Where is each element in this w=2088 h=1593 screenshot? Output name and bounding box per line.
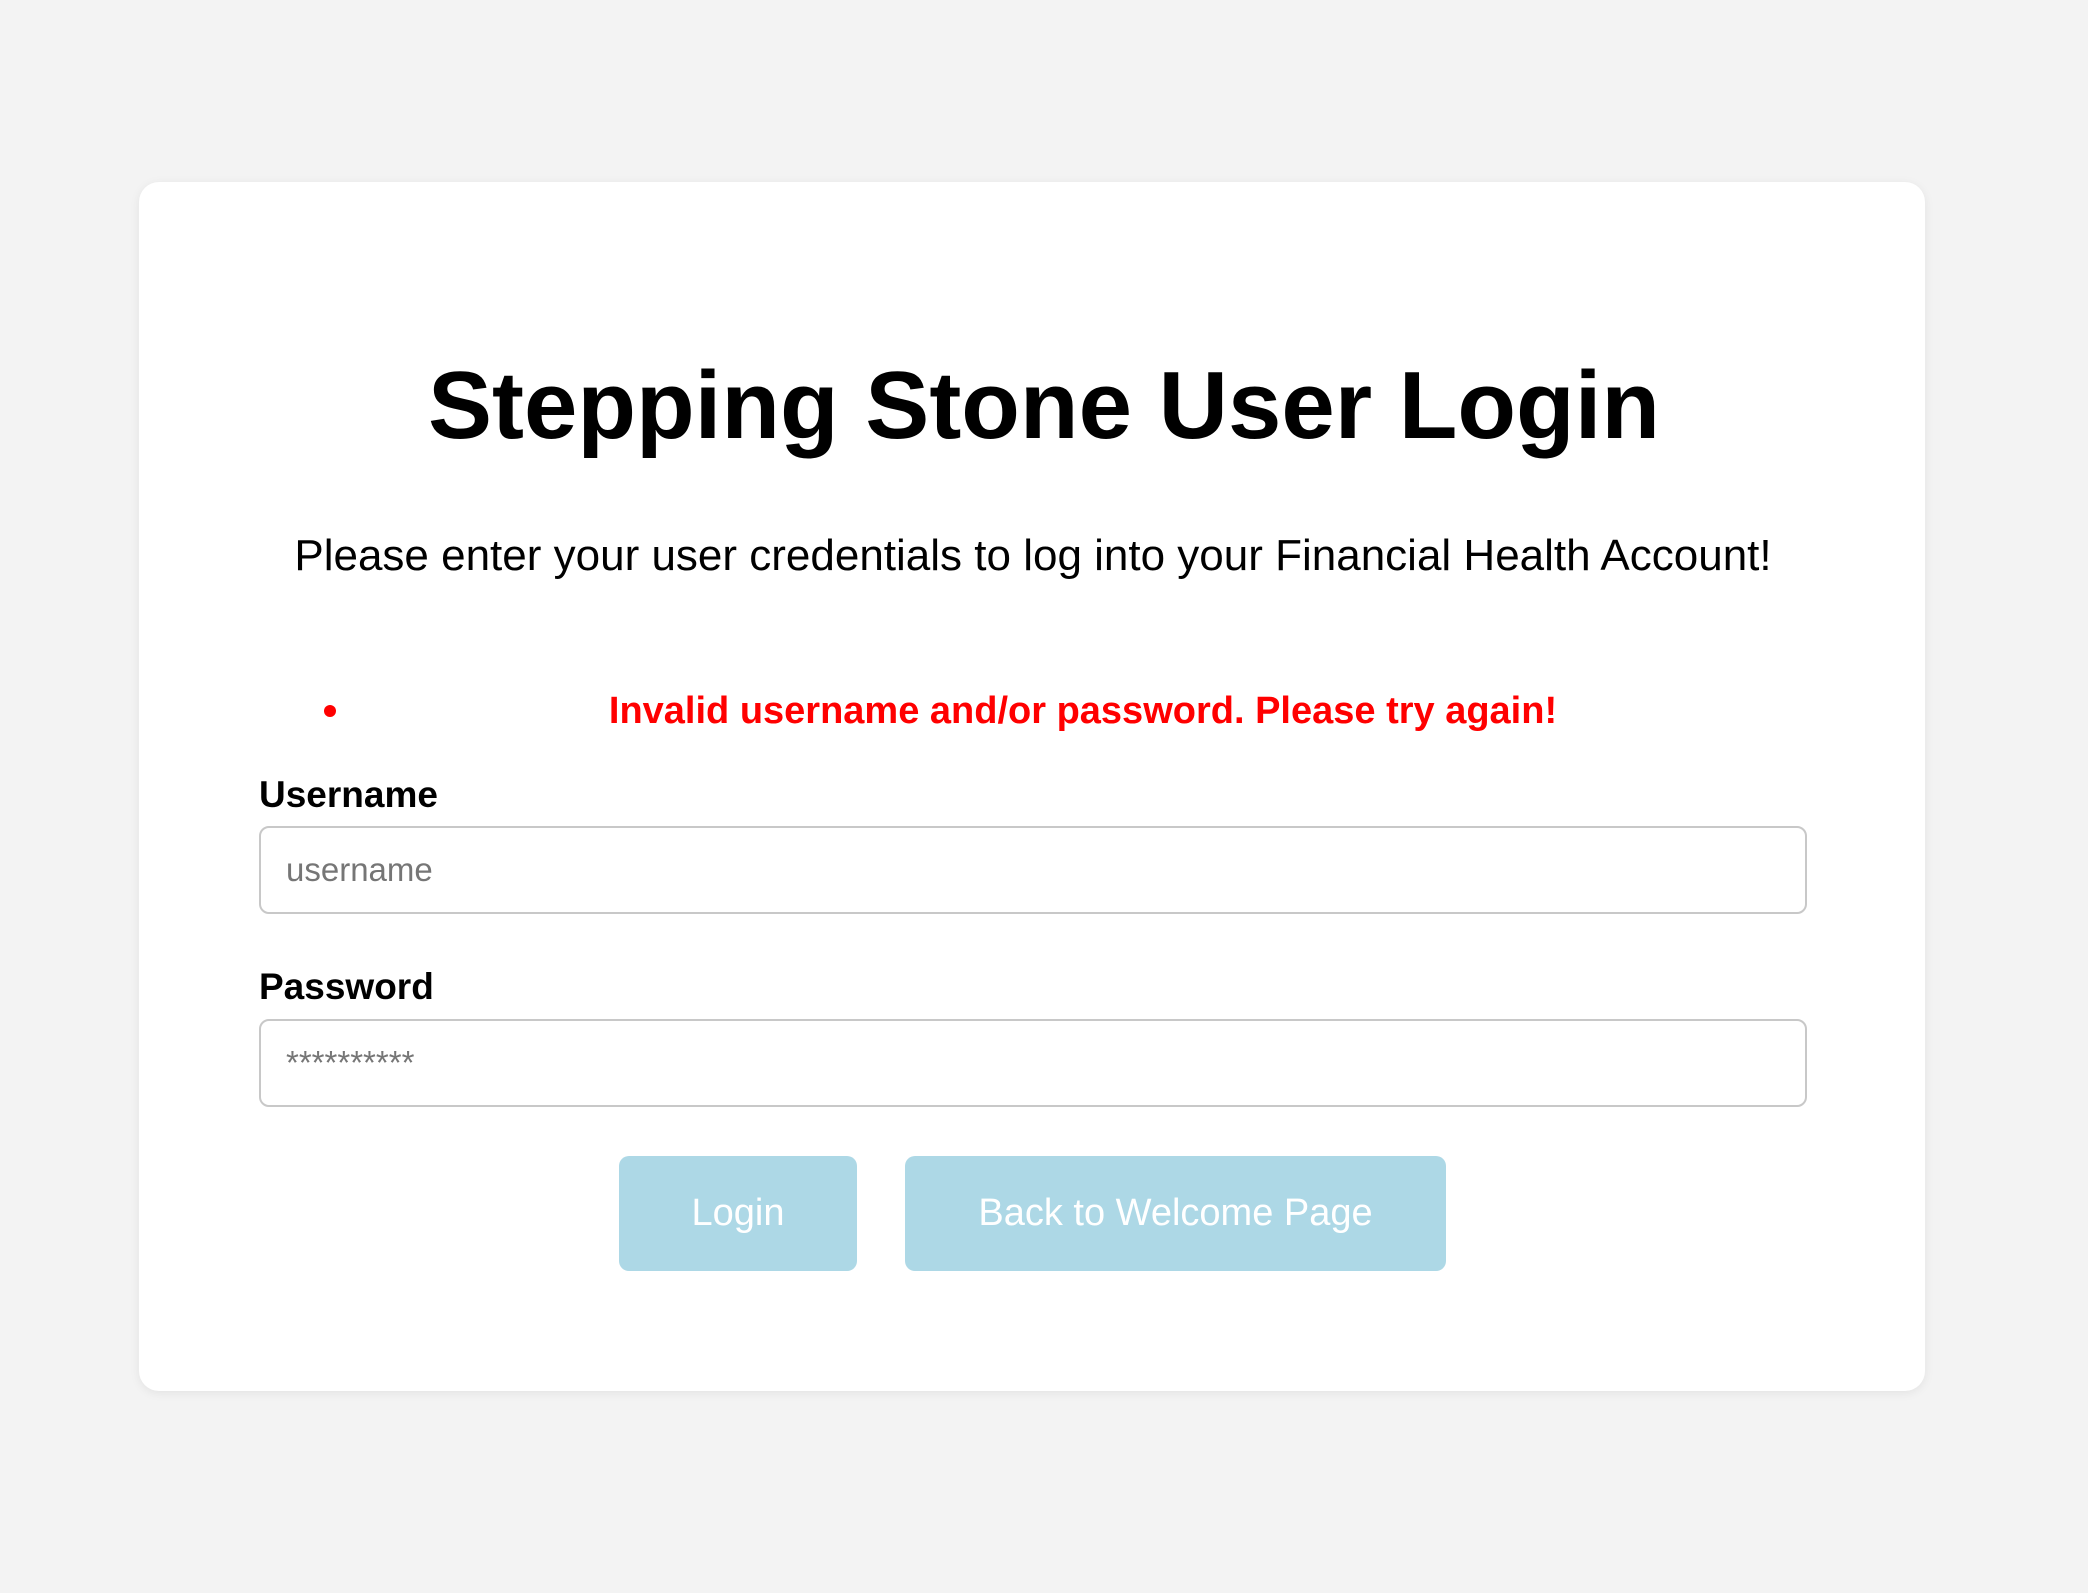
username-label: Username [259,774,438,815]
username-input[interactable] [259,826,1807,914]
back-to-welcome-button[interactable]: Back to Welcome Page [905,1156,1446,1271]
password-input[interactable] [259,1019,1807,1107]
error-bullet-icon [324,705,336,717]
login-button[interactable]: Login [619,1156,857,1271]
page-title: Stepping Stone User Login [427,352,1660,459]
page-subtitle: Please enter your user credentials to lo… [294,531,1772,580]
error-list: Invalid username and/or password. Please… [259,688,1807,734]
password-label: Password [259,966,434,1007]
error-message: Invalid username and/or password. Please… [608,690,1558,732]
